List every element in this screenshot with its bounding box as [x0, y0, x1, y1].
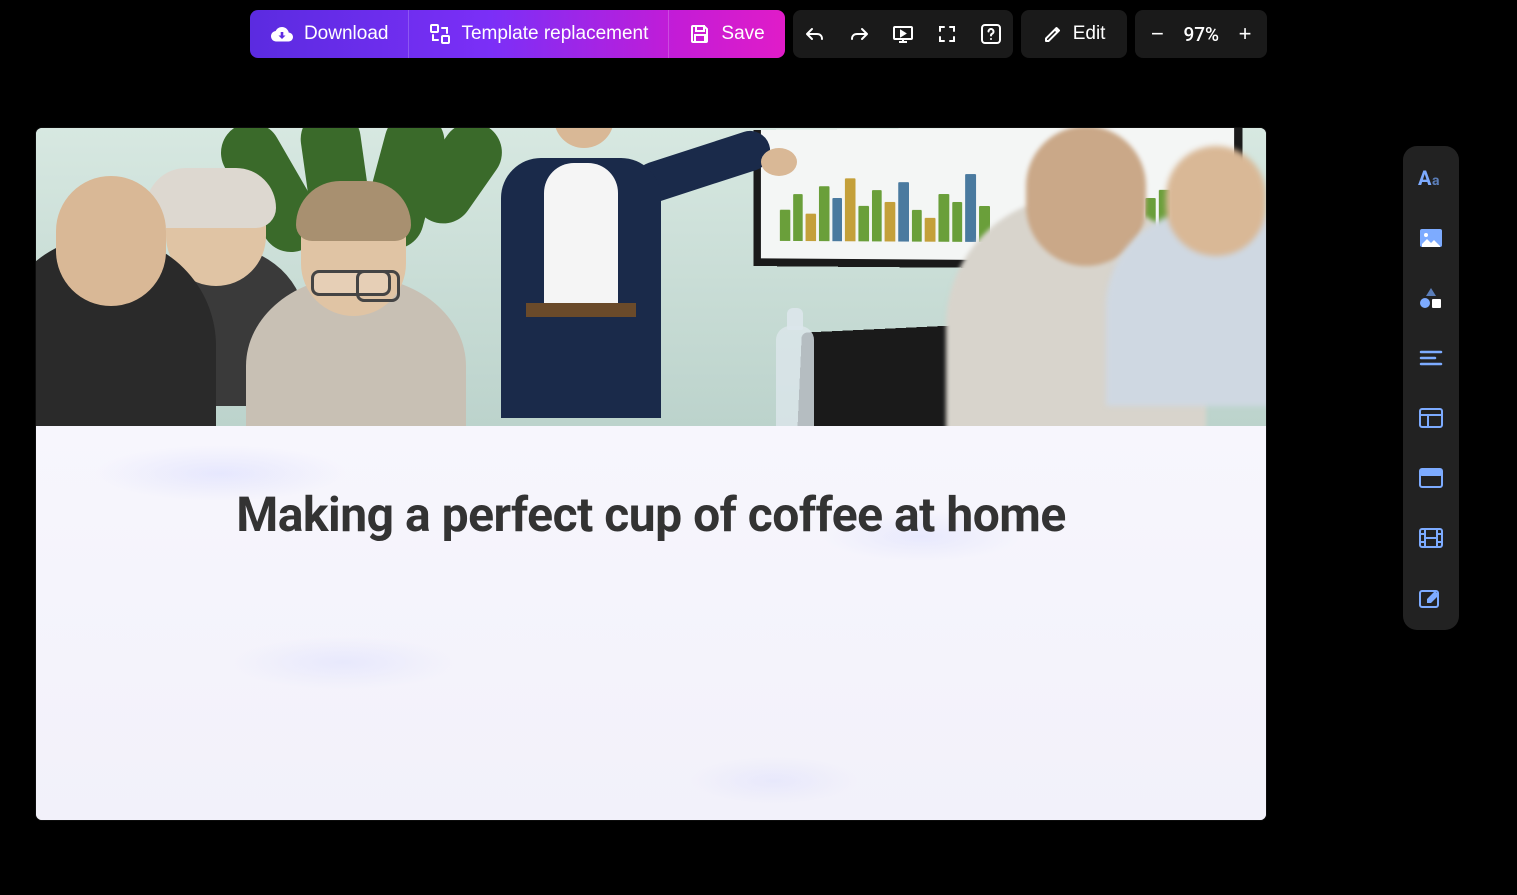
- film-icon: [1419, 528, 1443, 548]
- template-replace-icon: [429, 23, 451, 45]
- fullscreen-icon: [937, 24, 957, 44]
- shapes-icon: [1419, 287, 1443, 309]
- layout-icon: [1419, 408, 1443, 428]
- primary-action-group: Download Template replacement Save: [250, 10, 785, 58]
- edit-label: Edit: [1073, 23, 1106, 45]
- fullscreen-button[interactable]: [925, 10, 969, 58]
- cloud-download-icon: [270, 24, 294, 44]
- image-icon: [1419, 228, 1443, 248]
- history-view-group: [793, 10, 1013, 58]
- undo-button[interactable]: [793, 10, 837, 58]
- zoom-control: − 97% +: [1135, 10, 1267, 58]
- bottle-prop: [776, 326, 814, 426]
- template-replacement-button[interactable]: Template replacement: [409, 10, 669, 58]
- film-tool-button[interactable]: [1417, 524, 1445, 552]
- save-button[interactable]: Save: [669, 10, 784, 58]
- slide-canvas[interactable]: Making a perfect cup of coffee at home: [36, 128, 1266, 820]
- presenter-figure: [466, 128, 696, 426]
- text-icon: Aa: [1418, 167, 1444, 189]
- slide-body[interactable]: Making a perfect cup of coffee at home: [36, 426, 1266, 820]
- shapes-tool-button[interactable]: [1417, 284, 1445, 312]
- present-icon: [892, 24, 914, 44]
- edit-button[interactable]: Edit: [1021, 10, 1128, 58]
- align-tool-button[interactable]: [1417, 344, 1445, 372]
- layout-tool-button[interactable]: [1417, 404, 1445, 432]
- draw-tool-button[interactable]: [1417, 584, 1445, 612]
- save-icon: [689, 23, 711, 45]
- redo-button[interactable]: [837, 10, 881, 58]
- undo-icon: [805, 26, 825, 42]
- pen-edit-icon: [1419, 587, 1443, 609]
- template-label: Template replacement: [461, 23, 648, 45]
- right-tool-panel: Aa: [1403, 146, 1459, 630]
- slide-hero-image[interactable]: [36, 128, 1266, 426]
- svg-text:A: A: [1418, 167, 1432, 189]
- help-icon: [980, 23, 1002, 45]
- redo-icon: [849, 26, 869, 42]
- align-lines-icon: [1419, 350, 1443, 366]
- pencil-icon: [1043, 24, 1063, 44]
- download-button[interactable]: Download: [250, 10, 410, 58]
- glasses-decoration: [311, 270, 391, 296]
- header-layout-icon: [1419, 468, 1443, 488]
- top-toolbar: Download Template replacement Save Edit: [0, 10, 1517, 58]
- download-label: Download: [304, 23, 389, 45]
- text-tool-button[interactable]: Aa: [1417, 164, 1445, 192]
- header-tool-button[interactable]: [1417, 464, 1445, 492]
- save-label: Save: [721, 23, 764, 45]
- svg-text:a: a: [1432, 173, 1440, 189]
- help-button[interactable]: [969, 10, 1013, 58]
- zoom-out-button[interactable]: −: [1141, 18, 1173, 50]
- zoom-value: 97%: [1177, 23, 1225, 46]
- image-tool-button[interactable]: [1417, 224, 1445, 252]
- zoom-in-button[interactable]: +: [1229, 18, 1261, 50]
- slide-title[interactable]: Making a perfect cup of coffee at home: [194, 486, 1108, 543]
- present-button[interactable]: [881, 10, 925, 58]
